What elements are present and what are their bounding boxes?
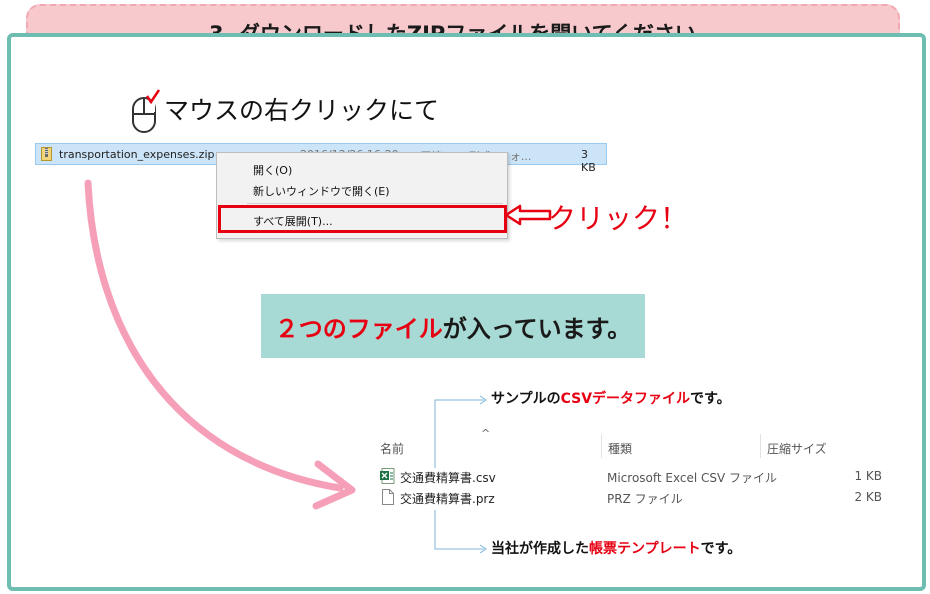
column-header-type[interactable]: 種類 [608,440,632,457]
excel-csv-icon [380,468,395,484]
file-list-row[interactable]: 交通費精算書.csv Microsoft Excel CSV ファイル 1 KB [378,467,898,487]
note-csv-pre: サンプルの [491,391,561,407]
file-type: PRZ ファイル [607,492,683,506]
note-template-pre: 当社が作成した [491,541,589,557]
file-size: 1 KB [854,469,882,483]
note-template: 当社が作成した帳票テンプレートです。 [491,538,741,558]
note-csv: サンプルのCSVデータファイルです。 [491,388,731,408]
note-template-post: です。 [700,541,742,557]
column-separator [760,434,761,458]
column-header-compressed-size[interactable]: 圧縮サイズ [767,440,827,457]
column-separator [601,434,602,458]
note-csv-post: です。 [690,391,731,407]
blank-file-icon [382,489,394,505]
file-type: Microsoft Excel CSV ファイル [607,471,778,485]
file-name: 交通費精算書.prz [400,492,495,506]
column-header-name[interactable]: 名前 [380,440,404,457]
file-size: 2 KB [854,490,882,504]
file-name: 交通費精算書.csv [400,471,496,485]
file-list-row[interactable]: 交通費精算書.prz PRZ ファイル 2 KB [378,488,898,508]
sort-caret-icon[interactable]: ^ [481,427,490,440]
note-template-accent: 帳票テンプレート [589,541,701,557]
note-csv-accent: CSVデータファイル [560,391,691,407]
